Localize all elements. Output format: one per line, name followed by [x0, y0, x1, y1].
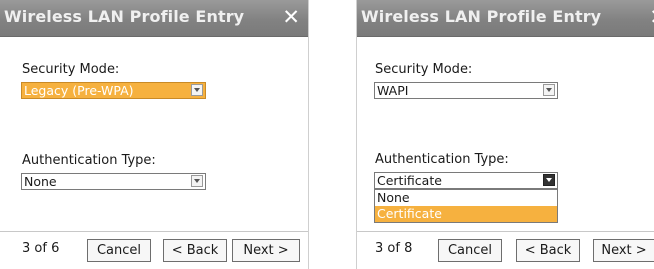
- cancel-button[interactable]: Cancel: [438, 239, 502, 262]
- footer-divider: [357, 231, 654, 232]
- profile-entry-step-right: Wireless LAN Profile Entry ✕ Security Mo…: [356, 0, 654, 269]
- window-title: Wireless LAN Profile Entry: [361, 7, 602, 26]
- security-mode-label: Security Mode:: [375, 62, 473, 77]
- title-bar: Wireless LAN Profile Entry ✕: [0, 0, 308, 37]
- authentication-type-label: Authentication Type:: [375, 152, 509, 167]
- security-mode-value: Legacy (Pre-WPA): [24, 83, 134, 98]
- close-icon[interactable]: ✕: [282, 4, 300, 30]
- cancel-button[interactable]: Cancel: [87, 239, 151, 262]
- security-mode-dropdown[interactable]: Legacy (Pre-WPA): [21, 82, 206, 99]
- security-mode-label: Security Mode:: [22, 62, 120, 77]
- authentication-type-value: None: [24, 174, 57, 189]
- close-icon[interactable]: ✕: [649, 4, 654, 30]
- page-indicator: 3 of 6: [22, 241, 60, 256]
- next-button[interactable]: Next >: [593, 239, 654, 262]
- footer-divider: [0, 231, 308, 232]
- next-button[interactable]: Next >: [232, 239, 300, 262]
- security-mode-value: WAPI: [377, 83, 409, 98]
- chevron-down-icon[interactable]: [191, 84, 203, 96]
- chevron-down-icon[interactable]: [543, 174, 555, 186]
- chevron-down-icon[interactable]: [191, 175, 203, 187]
- authentication-type-dropdown[interactable]: None: [21, 173, 206, 190]
- authentication-type-dropdown[interactable]: Certificate: [374, 172, 558, 189]
- window-title: Wireless LAN Profile Entry: [4, 7, 245, 26]
- chevron-down-icon[interactable]: [543, 84, 555, 96]
- authentication-type-options: None Certificate: [374, 189, 558, 223]
- page-indicator: 3 of 8: [375, 241, 413, 256]
- list-item[interactable]: None: [375, 190, 557, 206]
- authentication-type-label: Authentication Type:: [22, 153, 156, 168]
- back-button[interactable]: < Back: [163, 239, 227, 262]
- authentication-type-value: Certificate: [377, 173, 442, 188]
- profile-entry-step-left: Wireless LAN Profile Entry ✕ Security Mo…: [0, 0, 309, 269]
- title-bar: Wireless LAN Profile Entry ✕: [357, 0, 654, 37]
- back-button[interactable]: < Back: [516, 239, 580, 262]
- list-item[interactable]: Certificate: [375, 206, 557, 222]
- security-mode-dropdown[interactable]: WAPI: [374, 82, 558, 99]
